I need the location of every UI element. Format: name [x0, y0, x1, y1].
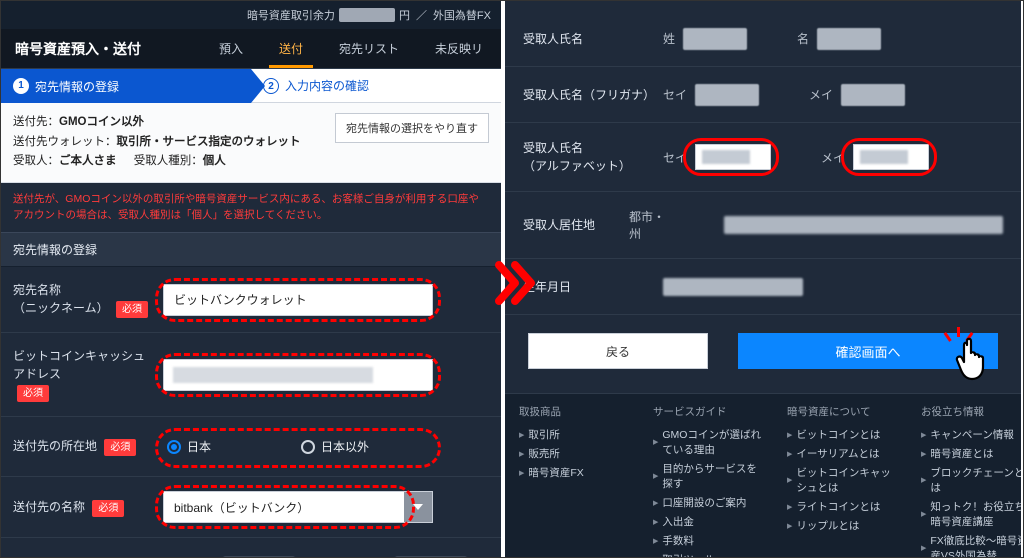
right-row-kana: 受取人氏名（フリガナ） セイ メイ: [505, 67, 1021, 123]
footer-nav: 取扱商品 取引所 販売所 暗号資産FX サービスガイド GMOコインが選ばれてい…: [505, 393, 1021, 557]
required-badge: 必須: [92, 500, 124, 517]
step-bar: 1 宛先情報の登録 2 入力内容の確認: [1, 69, 501, 103]
mei-value-masked: [817, 28, 881, 50]
step-1: 1 宛先情報の登録: [1, 69, 251, 103]
footer-col-products: 取扱商品 取引所 販売所 暗号資産FX: [519, 404, 629, 557]
location-label: 送付先の所在地: [13, 439, 97, 453]
right-row-dob: 生年月日: [505, 259, 1021, 315]
sei-alpha-input[interactable]: [695, 144, 771, 170]
right-row-alpha: 受取人氏名 （アルファベット） セイ メイ: [505, 123, 1021, 192]
nickname-label: 宛先名称 （ニックネーム）: [13, 283, 109, 315]
row-destination-name: 送付先の名称 必須 bitbank（ビットバンク）: [1, 477, 501, 538]
radio-outside-japan[interactable]: 日本以外: [301, 438, 369, 455]
mei-kana-masked: [841, 84, 905, 106]
chevron-down-icon: [404, 492, 432, 522]
section-title: 宛先情報の登録: [1, 232, 501, 267]
confirm-button[interactable]: 確認画面へ: [738, 333, 998, 369]
destination-name-select[interactable]: bitbank（ビットバンク）: [163, 491, 433, 523]
sei-value-masked: [683, 28, 747, 50]
radio-dot-icon: [167, 440, 181, 454]
required-badge: 必須: [17, 385, 49, 402]
row-nickname: 宛先名称 （ニックネーム） 必須: [1, 267, 501, 333]
destination-summary: 送付先：GMOコイン以外 送付先ウォレット：取引所・サービス指定のウォレット 受…: [1, 103, 501, 183]
required-badge: 必須: [104, 439, 136, 456]
balance-suffix: 円: [399, 7, 410, 23]
step-2: 2 入力内容の確認: [251, 69, 501, 103]
footer-col-useful: お役立ち情報 キャンペーン情報 暗号資産とは ブロックチェーンとは 知っトク！お…: [921, 404, 1021, 557]
page-title: 暗号資産預入・送付: [1, 29, 155, 68]
address-label: ビットコインキャッシュ アドレス: [13, 349, 145, 381]
dob-value-masked: [663, 278, 803, 296]
tab-address-list[interactable]: 宛先リスト: [321, 29, 417, 68]
balance-prefix: 暗号資産取引余力: [247, 7, 335, 23]
tab-pending[interactable]: 未反映リ: [417, 29, 501, 68]
row-address: ビットコインキャッシュ アドレス 必須: [1, 333, 501, 417]
mei-alpha-input[interactable]: [853, 144, 929, 170]
row-recipient-name: 受取人氏名 姓 名: [1, 538, 501, 557]
dest-name-label: 送付先の名称: [13, 500, 85, 514]
masked-balance: [339, 8, 395, 22]
right-row-address: 受取人居住地 都市・州: [505, 192, 1021, 259]
radio-japan[interactable]: 日本: [167, 438, 211, 455]
sei-kana-masked: [695, 84, 759, 106]
row-location: 送付先の所在地 必須 日本 日本以外: [1, 417, 501, 477]
footer-col-guide: サービスガイド GMOコインが選ばれている理由 目的からサービスを探す 口座開設…: [653, 404, 763, 557]
tab-send[interactable]: 送付: [261, 29, 321, 68]
back-button[interactable]: 戻る: [528, 333, 708, 369]
radio-dot-icon: [301, 440, 315, 454]
right-row-name: 受取人氏名 姓 名: [505, 11, 1021, 67]
top-status-bar: 暗号資産取引余力 円 ／ 外国為替FX: [1, 1, 501, 29]
address-value-masked: [724, 216, 1003, 234]
reselect-button[interactable]: 宛先情報の選択をやり直す: [335, 113, 489, 143]
footer-col-crypto: 暗号資産について ビットコインとは イーサリアムとは ビットコインキャッシュとは…: [787, 404, 897, 557]
warning-text: 送付先が、GMOコイン以外の取引所や暗号資産サービス内にある、お客様ご自身が利用…: [1, 183, 501, 233]
fx-label: 外国為替FX: [433, 7, 491, 23]
tab-deposit[interactable]: 預入: [201, 29, 261, 68]
required-badge: 必須: [116, 301, 148, 318]
tab-bar: 預入 送付 宛先リスト 未反映リ: [201, 29, 501, 68]
nickname-input[interactable]: [163, 284, 433, 316]
